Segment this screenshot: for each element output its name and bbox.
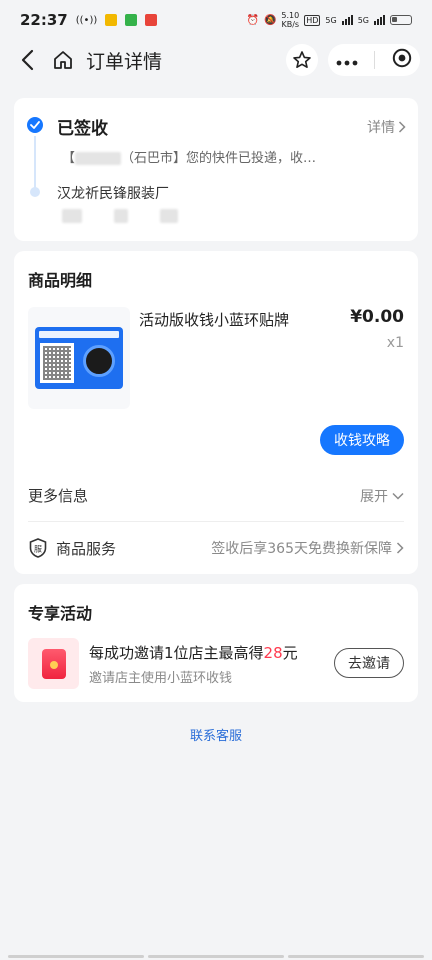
red-envelope-icon <box>28 638 79 689</box>
chevron-right-icon <box>398 121 406 133</box>
nav-bar: 订单详情 <box>0 40 432 80</box>
close-miniprogram-button[interactable] <box>392 48 412 72</box>
timeline-line <box>34 136 36 188</box>
signal-label: 5G <box>357 15 369 25</box>
home-icon <box>54 51 72 69</box>
status-time: 22:37 <box>20 11 68 29</box>
shield-icon: 服 <box>28 538 48 558</box>
status-bar: 22:37 ((•)) ⏰ 🔕 5.10 KB/s HD 5G 5G <box>0 0 432 40</box>
more-info-label: 更多信息 <box>28 487 89 505</box>
redacted-address <box>62 209 178 223</box>
contact-support-link[interactable]: 联系客服 <box>0 725 432 744</box>
payment-guide-button[interactable]: 收钱攻略 <box>320 425 404 455</box>
redacted-text <box>75 152 122 165</box>
alarm-icon: ⏰ <box>246 14 259 26</box>
signal-label: 5G <box>325 15 337 25</box>
promo-subtitle: 邀请店主使用小蓝环收钱 <box>89 671 233 686</box>
logistics-card[interactable]: 已签收 详情 【（石巴市】您的快件已投递，收… 汉龙祈民锋服装厂 <box>14 98 418 241</box>
chevron-right-icon <box>396 542 404 554</box>
chevron-left-icon <box>21 49 34 71</box>
net-speed: 5.10 KB/s <box>281 11 300 29</box>
signal-icon <box>374 15 385 25</box>
signal-icon <box>341 15 353 25</box>
service-label: 商品服务 <box>56 539 117 558</box>
hd-badge: HD <box>304 14 321 26</box>
tracking-detail-link[interactable]: 详情 <box>367 117 406 137</box>
service-row[interactable]: 服 商品服务 签收后享365天免费换新保障 <box>28 522 404 574</box>
more-info-row[interactable]: 更多信息 展开 <box>28 470 404 522</box>
promotion-card: 专享活动 每成功邀请1位店主最高得28元 邀请店主使用小蓝环收钱 去邀请 <box>14 584 418 702</box>
back-button[interactable] <box>12 45 42 75</box>
goods-card: 商品明细 活动版收钱小蓝环贴牌 ¥0.00 x1 收钱攻略 更多信息 展开 服 … <box>14 251 418 574</box>
product-image[interactable] <box>28 307 130 409</box>
more-dots-icon <box>336 60 358 65</box>
mini-program-capsule <box>328 44 420 76</box>
sender-name: 汉龙祈民锋服装厂 <box>57 186 169 202</box>
promo-title: 每成功邀请1位店主最高得28元 <box>89 644 298 662</box>
section-title: 专享活动 <box>28 604 93 623</box>
invite-button[interactable]: 去邀请 <box>334 648 404 678</box>
svg-text:服: 服 <box>34 545 42 554</box>
notification-app-icon <box>125 14 138 26</box>
product-name[interactable]: 活动版收钱小蓝环贴牌 <box>139 309 289 330</box>
delivery-status: 已签收 <box>57 119 108 139</box>
favorite-button[interactable] <box>286 44 318 76</box>
mute-icon: 🔕 <box>263 14 277 26</box>
timeline-dot <box>30 187 40 197</box>
detail-label: 详情 <box>367 120 395 136</box>
gesture-bar <box>0 955 432 958</box>
product-quantity: x1 <box>386 335 404 351</box>
star-icon <box>293 51 311 68</box>
target-circle-icon <box>392 48 412 68</box>
section-title: 商品明细 <box>28 271 93 290</box>
battery-icon <box>390 15 412 25</box>
chevron-down-icon <box>392 492 404 500</box>
product-price: ¥0.00 <box>350 307 404 327</box>
tracking-message: 【（石巴市】您的快件已投递，收… <box>62 151 317 166</box>
service-value: 签收后享365天免费换新保障 <box>211 538 404 558</box>
more-button[interactable] <box>336 51 358 70</box>
notification-app-icon <box>145 14 158 26</box>
capsule-divider <box>374 51 376 69</box>
home-button[interactable] <box>48 45 78 75</box>
hotspot-icon: ((•)) <box>75 14 98 26</box>
reward-amount: 28 <box>263 644 283 662</box>
expand-toggle[interactable]: 展开 <box>360 486 404 506</box>
check-circle-icon <box>27 117 43 133</box>
qr-plaque-image <box>35 327 123 389</box>
notification-app-icon <box>105 14 118 26</box>
page-title: 订单详情 <box>86 50 163 73</box>
